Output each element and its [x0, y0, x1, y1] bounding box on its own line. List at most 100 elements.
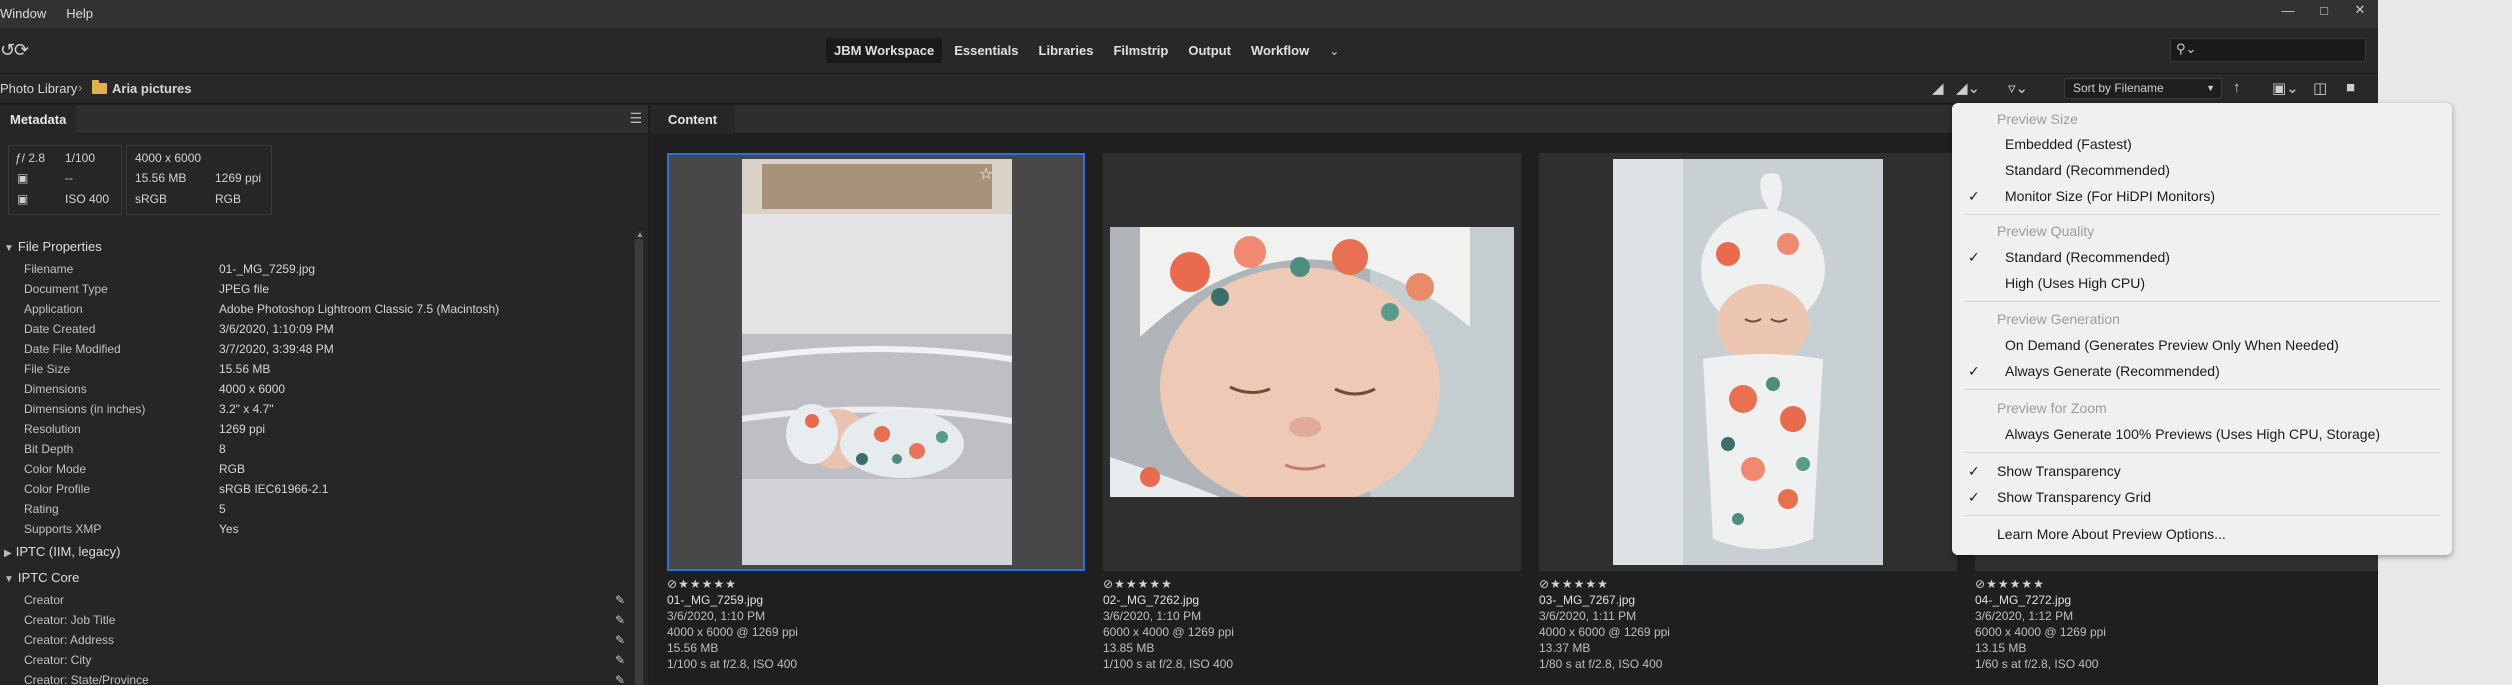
sort-dropdown[interactable]: Sort by Filename ▼: [2064, 78, 2222, 99]
thumbnail-03[interactable]: [1539, 153, 1957, 571]
menu-item-high-quality[interactable]: High (Uses High CPU): [2005, 275, 2145, 291]
prop-label: Bit Depth: [24, 442, 74, 456]
iptc-field-label: Creator: Job Title: [24, 613, 116, 627]
reject-icon[interactable]: ⊘: [1103, 577, 1114, 591]
menu-divider: [1964, 515, 2440, 516]
menu-item-show-transparency[interactable]: Show Transparency: [1997, 463, 2121, 479]
prop-value: 8: [219, 442, 226, 456]
filter-icon[interactable]: ▿⌄: [2008, 79, 2028, 97]
pencil-icon[interactable]: ✎: [615, 613, 625, 627]
prop-label: Document Type: [24, 282, 108, 296]
open-recent-icon[interactable]: ▣⌄: [2272, 79, 2299, 97]
menu-heading-preview-quality: Preview Quality: [1997, 223, 2095, 239]
image-summary: 4000 x 6000 15.56 MB 1269 ppi sRGB RGB: [126, 145, 272, 215]
new-folder-icon[interactable]: ◫: [2313, 79, 2327, 97]
maximize-icon[interactable]: □: [2306, 0, 2342, 20]
path-bar: Photo Library › Aria pictures ◢ ◢⌄ ▿⌄ So…: [0, 74, 2378, 104]
workspace-tab-workflow[interactable]: Workflow: [1243, 38, 1317, 63]
search-field[interactable]: ⚲⌄: [2170, 38, 2366, 62]
refresh-icon[interactable]: ⟳: [14, 40, 29, 60]
rating-stars[interactable]: ⊘★★★★★: [667, 577, 737, 591]
file-name[interactable]: 03-_MG_7267.jpg: [1539, 593, 1635, 607]
chevron-down-icon[interactable]: ⌄: [1321, 39, 1347, 63]
scrollbar-thumb[interactable]: [635, 239, 643, 685]
file-dimensions: 6000 x 4000 @ 1269 ppi: [1103, 625, 1234, 639]
search-input[interactable]: [2199, 41, 2359, 59]
thumbnail-01[interactable]: ☆: [667, 153, 1085, 571]
tab-content[interactable]: Content: [650, 105, 736, 134]
rating-stars[interactable]: ⊘★★★★★: [1975, 577, 2045, 591]
menu-item-show-transparency-grid[interactable]: Show Transparency Grid: [1997, 489, 2151, 505]
folder-icon: [92, 80, 107, 94]
search-icon[interactable]: ⚲⌄: [2176, 41, 2196, 57]
preview-options-menu: Preview Size Embedded (Fastest) Standard…: [1952, 103, 2452, 555]
section-iptc-core[interactable]: ▼ IPTC Core: [4, 570, 79, 585]
quality-icon[interactable]: ◢: [1932, 79, 1944, 97]
workspace-tab-output[interactable]: Output: [1180, 38, 1239, 63]
workspace-tab-jbm[interactable]: JBM Workspace: [826, 38, 943, 63]
workspace-tab-libraries[interactable]: Libraries: [1031, 38, 1102, 63]
thumbnail-02[interactable]: [1103, 153, 1521, 571]
panel-menu-icon[interactable]: ☰: [629, 110, 642, 127]
menu-item-always-generate[interactable]: Always Generate (Recommended): [2005, 363, 2220, 379]
menu-item-standard-quality[interactable]: Standard (Recommended): [2005, 249, 2170, 265]
menu-item-embedded[interactable]: Embedded (Fastest): [2005, 136, 2132, 152]
sort-label: Sort by Filename: [2073, 81, 2164, 95]
pencil-icon[interactable]: ✎: [615, 653, 625, 667]
prop-value: 4000 x 6000: [219, 382, 286, 396]
rating-value: ★★★★★: [1114, 577, 1173, 591]
section-file-properties[interactable]: ▼ File Properties: [4, 239, 102, 254]
file-exposure: 1/60 s at f/2.8, ISO 400: [1975, 657, 2099, 671]
pencil-icon[interactable]: ✎: [615, 593, 625, 607]
file-name[interactable]: 04-_MG_7272.jpg: [1975, 593, 2071, 607]
rating-value: ★★★★★: [1550, 577, 1609, 591]
menu-window[interactable]: Window: [0, 0, 56, 28]
photo-baby-swaddled: [1613, 159, 1883, 565]
menu-help[interactable]: Help: [56, 0, 103, 28]
file-name[interactable]: 02-_MG_7262.jpg: [1103, 593, 1199, 607]
metadata-panel: Metadata ☰ ƒ/ 2.8 1/100 ▣ -- ▣ ISO 400 4…: [0, 105, 648, 685]
menu-item-always-generate-100[interactable]: Always Generate 100% Previews (Uses High…: [2005, 426, 2380, 442]
minimize-icon[interactable]: —: [2270, 0, 2306, 20]
breadcrumb-photo-library[interactable]: Photo Library: [0, 81, 77, 96]
pencil-icon[interactable]: ✎: [615, 633, 625, 647]
menu-divider: [1964, 214, 2440, 215]
prop-value: 15.56 MB: [219, 362, 271, 376]
workspace-tab-filmstrip[interactable]: Filmstrip: [1105, 38, 1176, 63]
trash-icon[interactable]: ■: [2346, 79, 2355, 96]
preview-options-icon[interactable]: ◢⌄: [1956, 79, 1980, 97]
pencil-icon[interactable]: ✎: [615, 673, 625, 685]
rating-stars[interactable]: ⊘★★★★★: [1539, 577, 1609, 591]
caret-down-icon: ▼: [4, 243, 14, 254]
menu-item-on-demand[interactable]: On Demand (Generates Preview Only When N…: [2005, 337, 2339, 353]
menu-divider: [1964, 452, 2440, 453]
menu-item-learn-more[interactable]: Learn More About Preview Options...: [1997, 526, 2226, 542]
reject-icon[interactable]: ⊘: [1975, 577, 1986, 591]
rating-stars[interactable]: ⊘★★★★★: [1103, 577, 1173, 591]
prop-value: 5: [219, 502, 226, 516]
menu-item-standard-size[interactable]: Standard (Recommended): [2005, 162, 2170, 178]
file-size: 13.15 MB: [1975, 641, 2027, 655]
sort-ascending-icon[interactable]: ↑: [2233, 79, 2241, 96]
tab-metadata[interactable]: Metadata: [0, 105, 77, 134]
back-arrow-icon[interactable]: ↺: [0, 40, 15, 60]
close-icon[interactable]: ✕: [2342, 0, 2378, 20]
breadcrumb-aria-pictures[interactable]: Aria pictures: [112, 81, 191, 96]
section-iptc-legacy[interactable]: ▶ IPTC (IIM, legacy): [4, 544, 120, 559]
file-dimensions: 6000 x 4000 @ 1269 ppi: [1975, 625, 2106, 639]
aperture-value: ƒ/ 2.8: [15, 151, 46, 165]
exposure-summary: ƒ/ 2.8 1/100 ▣ -- ▣ ISO 400: [8, 145, 122, 215]
file-date: 3/6/2020, 1:10 PM: [1103, 609, 1202, 623]
shutter-value: 1/100: [65, 151, 96, 165]
menu-heading-preview-generation: Preview Generation: [1997, 311, 2120, 327]
workspace-tab-essentials[interactable]: Essentials: [946, 38, 1026, 63]
prop-value: Yes: [219, 522, 239, 536]
scroll-up-icon[interactable]: ▲: [636, 230, 644, 239]
prop-value: RGB: [219, 462, 246, 476]
rating-value: ★★★★★: [1986, 577, 2045, 591]
reject-icon[interactable]: ⊘: [667, 577, 678, 591]
reject-icon[interactable]: ⊘: [1539, 577, 1550, 591]
filesize-value: 15.56 MB: [135, 171, 187, 185]
file-name[interactable]: 01-_MG_7259.jpg: [667, 593, 763, 607]
menu-item-monitor-size[interactable]: Monitor Size (For HiDPI Monitors): [2005, 188, 2215, 204]
